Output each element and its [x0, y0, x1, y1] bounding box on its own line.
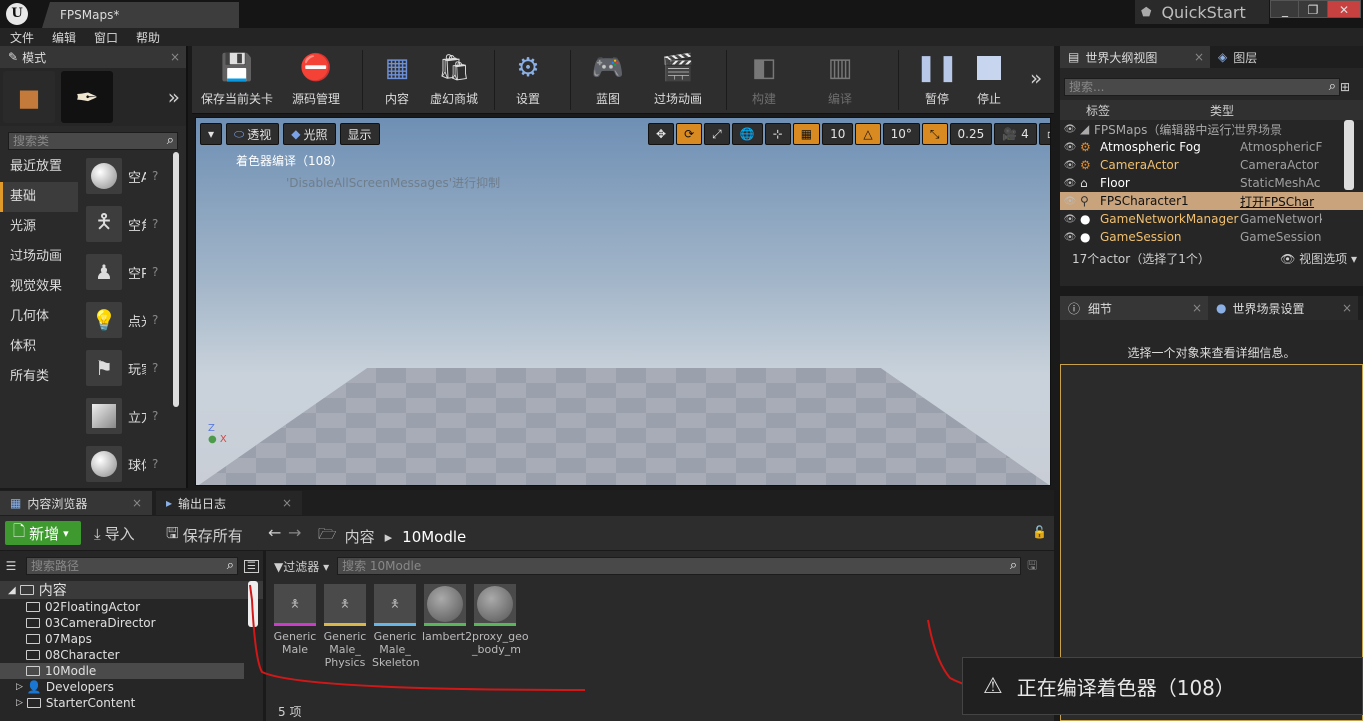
shader-compile-notification: ⚠ 正在编译着色器（108） — [962, 657, 1363, 715]
notification-text: 正在编译着色器（108） — [1016, 675, 1235, 700]
warning-icon: ⚠ — [983, 673, 1003, 699]
red-annotation-strokes — [249, 584, 1121, 703]
